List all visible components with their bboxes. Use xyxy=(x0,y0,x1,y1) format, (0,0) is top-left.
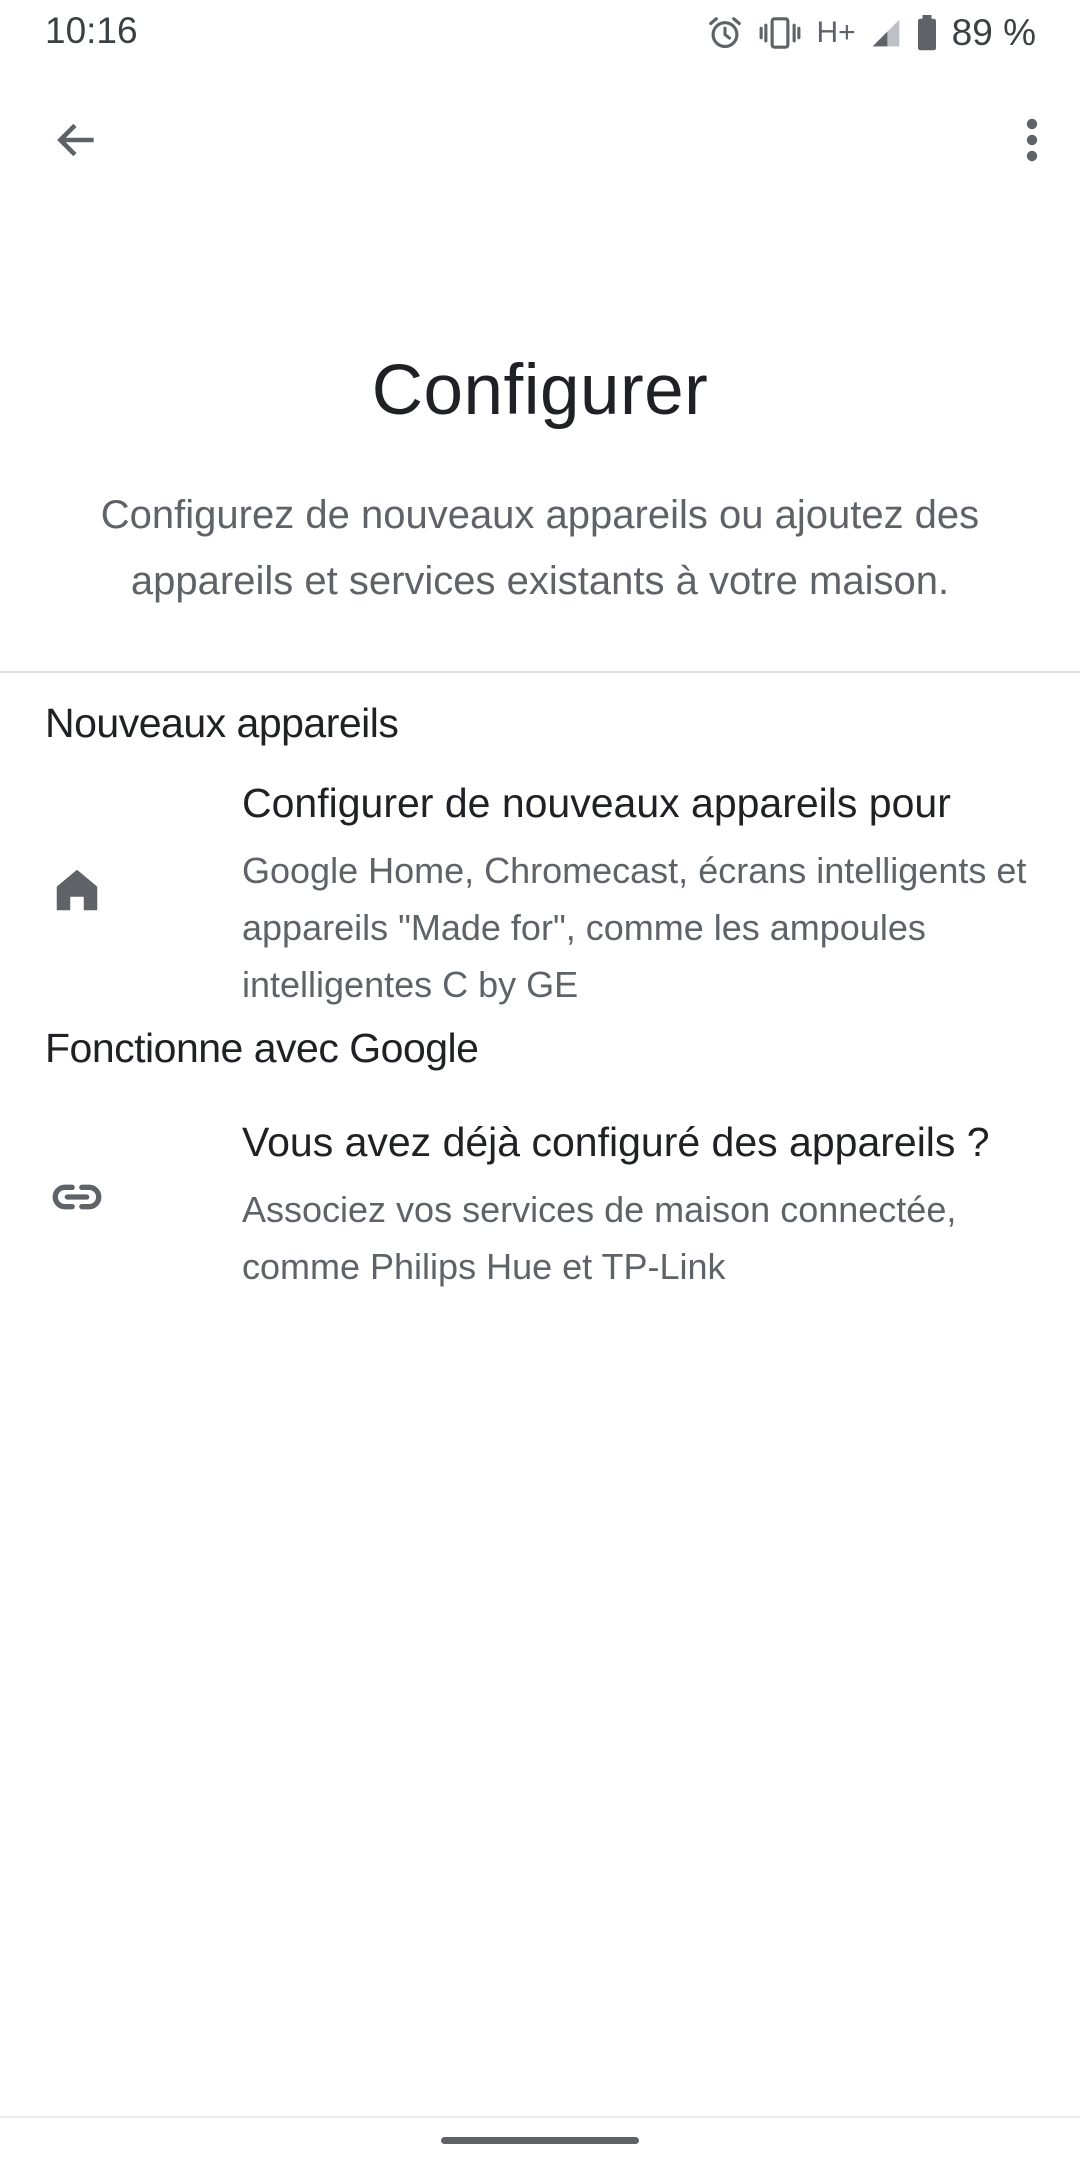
gesture-navigation-handle[interactable] xyxy=(441,2137,639,2144)
section-heading-works-with-google: Fonctionne avec Google xyxy=(45,1025,479,1071)
status-bar: 10:16 H+ 89 % xyxy=(0,0,1080,66)
app-bar xyxy=(0,100,1080,184)
setup-new-devices-title: Configurer de nouveaux appareils pour xyxy=(242,780,951,826)
back-button[interactable] xyxy=(42,112,112,172)
network-type: H+ xyxy=(816,16,856,49)
page-title: Configurer xyxy=(371,351,709,430)
more-vert-icon xyxy=(1025,116,1039,169)
home-icon xyxy=(47,860,107,920)
link-existing-devices-item[interactable]: Vous avez déjà configuré des appareils ?… xyxy=(0,1119,1080,1289)
divider xyxy=(0,671,1080,673)
vibrate-icon xyxy=(758,14,802,52)
link-icon xyxy=(47,1167,107,1227)
arrow-back-icon xyxy=(52,115,102,170)
setup-new-devices-item[interactable]: Configurer de nouveaux appareils pour Go… xyxy=(0,780,1080,1005)
section-heading-new-devices: Nouveaux appareils xyxy=(45,700,399,746)
status-icons: H+ 89 % xyxy=(706,10,1036,56)
more-options-button[interactable] xyxy=(1002,112,1062,172)
link-existing-devices-title: Vous avez déjà configuré des appareils ? xyxy=(242,1119,990,1165)
navigation-divider xyxy=(0,2116,1080,2118)
page-subtitle: Configurez de nouveaux appareils ou ajou… xyxy=(100,493,980,603)
battery-percentage: 89 % xyxy=(951,12,1036,53)
alarm-icon xyxy=(706,14,744,52)
battery-icon xyxy=(916,15,938,51)
setup-new-devices-description: Google Home, Chromecast, écrans intellig… xyxy=(242,850,1027,1005)
link-existing-devices-description: Associez vos services de maison connecté… xyxy=(242,1189,957,1287)
signal-icon xyxy=(870,17,902,49)
status-time: 10:16 xyxy=(45,10,138,51)
